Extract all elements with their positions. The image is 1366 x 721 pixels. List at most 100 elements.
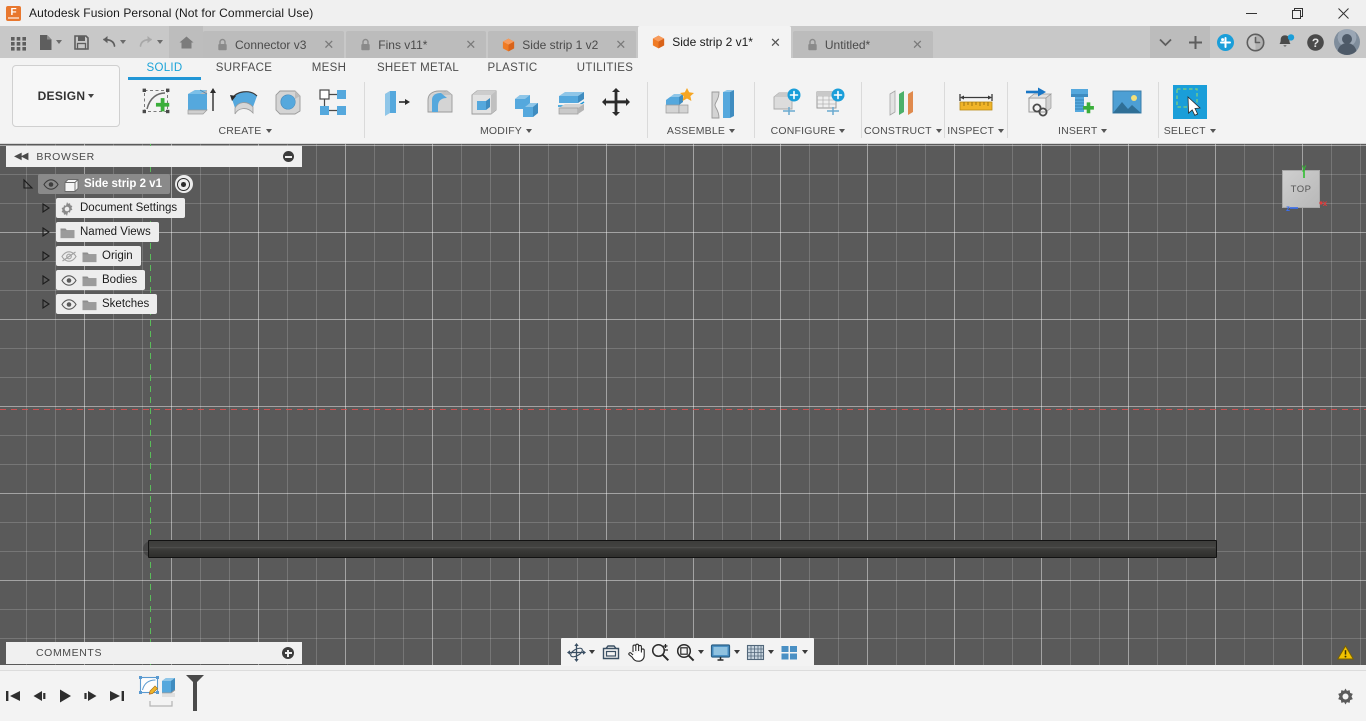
extrude-icon[interactable] xyxy=(180,81,222,123)
ribbon-tab-solid[interactable]: SOLID xyxy=(128,59,201,80)
save-icon[interactable] xyxy=(68,26,95,58)
help-icon[interactable]: ? xyxy=(1300,26,1330,58)
avatar[interactable] xyxy=(1334,29,1360,55)
tab-close-icon[interactable]: ✕ xyxy=(760,36,781,49)
redo-icon[interactable] xyxy=(132,26,169,58)
ribbon-tab-utilities[interactable]: UTILITIES xyxy=(560,59,650,76)
tab-fins-v11[interactable]: Fins v11* ✕ xyxy=(346,31,487,58)
ribbon-group-label-modify[interactable]: MODIFY xyxy=(480,124,533,138)
new-tab-plus-icon[interactable] xyxy=(1180,26,1210,58)
side-strip-body[interactable] xyxy=(148,540,1217,558)
tree-chip[interactable]: Document Settings xyxy=(56,198,186,218)
tree-chip[interactable]: Bodies xyxy=(56,270,146,290)
revolve-icon[interactable] xyxy=(224,81,266,123)
chevron-down-icon[interactable] xyxy=(768,650,774,654)
measure-icon[interactable] xyxy=(955,81,997,123)
zoom-window-icon[interactable] xyxy=(673,639,707,665)
add-comment-icon[interactable] xyxy=(282,647,294,659)
select-icon[interactable] xyxy=(1169,81,1211,123)
grid-snaps-icon[interactable] xyxy=(743,639,777,665)
insert-mcmaster-icon[interactable] xyxy=(1062,81,1104,123)
maximize-button[interactable] xyxy=(1274,0,1320,26)
tab-close-icon[interactable]: ✕ xyxy=(902,38,923,51)
configuration-table-icon[interactable] xyxy=(809,81,851,123)
shell-icon[interactable] xyxy=(463,81,505,123)
tree-row-side-strip-2[interactable]: Side strip 2 v1 xyxy=(18,172,308,196)
tab-close-icon[interactable]: ✕ xyxy=(455,38,476,51)
twisty-closed-icon[interactable] xyxy=(36,268,56,292)
visibility-eye-hidden-icon[interactable] xyxy=(60,249,77,264)
ribbon-group-label-inspect[interactable]: INSPECT xyxy=(947,124,1005,138)
pan-icon[interactable] xyxy=(624,639,648,665)
step-forward-icon[interactable] xyxy=(78,682,104,710)
play-icon[interactable] xyxy=(52,682,78,710)
go-to-beginning-icon[interactable] xyxy=(0,682,26,710)
ribbon-tab-mesh[interactable]: MESH xyxy=(287,59,371,76)
tree-row-sketches[interactable]: Sketches xyxy=(18,292,308,316)
activate-component-icon[interactable] xyxy=(174,175,193,193)
insert-derive-icon[interactable] xyxy=(1018,81,1060,123)
warning-icon[interactable] xyxy=(1336,645,1355,660)
ribbon-tab-sheet-metal[interactable]: SHEET METAL xyxy=(371,59,465,76)
collapse-left-icon[interactable]: ◀◀ xyxy=(14,151,28,162)
new-file-icon[interactable] xyxy=(33,26,68,58)
tree-chip[interactable]: Origin xyxy=(56,246,141,266)
offset-plane-icon[interactable] xyxy=(882,81,924,123)
split-face-icon[interactable] xyxy=(551,81,593,123)
zoom-icon[interactable] xyxy=(648,639,673,665)
tree-row-origin[interactable]: Origin xyxy=(18,244,308,268)
tab-side-strip-1-v2[interactable]: Side strip 1 v2 ✕ xyxy=(488,31,637,58)
ribbon-tab-surface[interactable]: SURFACE xyxy=(201,59,287,76)
combine-icon[interactable] xyxy=(507,81,549,123)
view-cube[interactable]: TOP y z x xyxy=(1278,163,1328,213)
configuration-icon[interactable] xyxy=(765,81,807,123)
look-at-icon[interactable] xyxy=(598,639,624,665)
visibility-eye-icon[interactable] xyxy=(60,297,77,312)
tab-untitled[interactable]: Untitled* ✕ xyxy=(792,31,933,58)
ribbon-group-label-create[interactable]: CREATE xyxy=(218,124,272,138)
create-sketch-icon[interactable] xyxy=(136,81,178,123)
ribbon-group-label-construct[interactable]: CONSTRUCT xyxy=(864,124,942,138)
chevron-down-icon[interactable] xyxy=(589,650,595,654)
tab-close-icon[interactable]: ✕ xyxy=(605,38,626,51)
twisty-open-icon[interactable] xyxy=(18,172,38,196)
twisty-closed-icon[interactable] xyxy=(36,220,56,244)
app-grid-icon[interactable] xyxy=(4,26,33,58)
chevron-down-icon[interactable] xyxy=(698,650,704,654)
tree-chip[interactable]: Named Views xyxy=(56,222,159,242)
sweep-icon[interactable] xyxy=(268,81,310,123)
viewports-icon[interactable] xyxy=(777,639,811,665)
twisty-closed-icon[interactable] xyxy=(36,244,56,268)
tree-row-named-views[interactable]: Named Views xyxy=(18,220,308,244)
fillet-icon[interactable] xyxy=(419,81,461,123)
settings-gear-icon[interactable] xyxy=(1332,683,1358,709)
comments-panel-header[interactable]: COMMENTS xyxy=(6,642,302,664)
home-icon[interactable] xyxy=(169,26,203,58)
ribbon-group-label-assemble[interactable]: ASSEMBLE xyxy=(667,124,736,138)
minimize-button[interactable] xyxy=(1228,0,1274,26)
tree-chip[interactable]: Side strip 2 v1 xyxy=(38,174,170,194)
ribbon-tab-plastic[interactable]: PLASTIC xyxy=(465,59,560,76)
visibility-eye-icon[interactable] xyxy=(60,273,77,288)
new-component-icon[interactable] xyxy=(658,81,700,123)
tree-row-document-settings[interactable]: Document Settings xyxy=(18,196,308,220)
move-copy-icon[interactable] xyxy=(595,81,637,123)
tab-side-strip-2-v1[interactable]: Side strip 2 v1* ✕ xyxy=(638,26,791,58)
extensions-icon[interactable] xyxy=(1210,26,1240,58)
chevron-down-icon[interactable] xyxy=(802,650,808,654)
job-status-clock-icon[interactable] xyxy=(1240,26,1270,58)
press-pull-icon[interactable] xyxy=(375,81,417,123)
go-to-end-icon[interactable] xyxy=(104,682,130,710)
joint-icon[interactable] xyxy=(702,81,744,123)
ribbon-group-label-configure[interactable]: CONFIGURE xyxy=(771,124,846,138)
ribbon-group-label-select[interactable]: SELECT xyxy=(1164,124,1216,138)
ribbon-group-label-insert[interactable]: INSERT xyxy=(1058,124,1108,138)
undo-icon[interactable] xyxy=(95,26,132,58)
twisty-closed-icon[interactable] xyxy=(36,196,56,220)
minimize-panel-icon[interactable] xyxy=(283,151,294,162)
notifications-bell-icon[interactable] xyxy=(1270,26,1300,58)
step-back-icon[interactable] xyxy=(26,682,52,710)
tab-overflow-chevron-icon[interactable] xyxy=(1150,26,1180,58)
tab-close-icon[interactable]: ✕ xyxy=(313,38,334,51)
chevron-down-icon[interactable] xyxy=(734,650,740,654)
